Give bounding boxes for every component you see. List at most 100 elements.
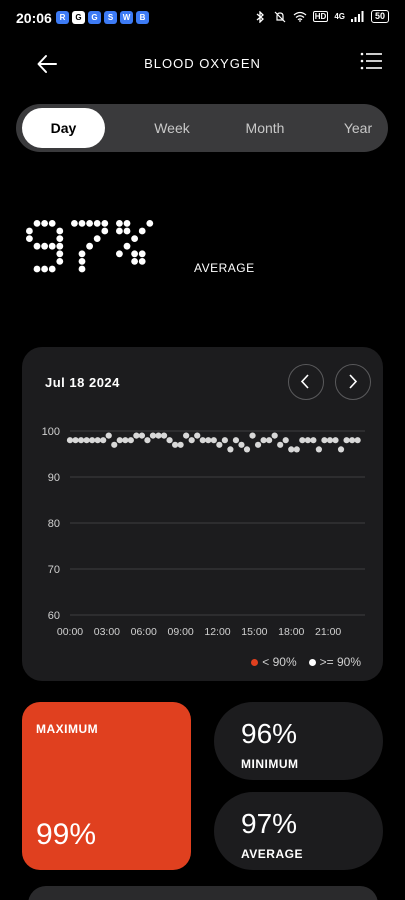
maximum-card: MAXIMUM 99% xyxy=(22,702,191,870)
average-summary: AVERAGE xyxy=(24,216,384,276)
app-notification-icon: S xyxy=(104,11,117,24)
notification-icons: R G G S W B xyxy=(56,11,149,24)
data-point xyxy=(160,432,168,439)
hero-digit-dot xyxy=(101,227,109,235)
average-value: 97% xyxy=(241,808,298,839)
data-point xyxy=(100,437,107,444)
hero-digit-dot xyxy=(33,242,41,250)
data-point xyxy=(315,446,323,453)
data-point xyxy=(83,437,90,444)
maximum-value: 99% xyxy=(36,818,97,851)
app-notification-icon: B xyxy=(136,11,149,24)
data-point xyxy=(183,432,190,439)
hero-digit-dot xyxy=(41,220,48,227)
data-point xyxy=(133,432,140,439)
app-notification-icon: G xyxy=(88,11,101,24)
legend-label: >= 90% xyxy=(319,655,361,669)
legend-dot-white xyxy=(308,658,316,666)
hero-digit-dot xyxy=(41,265,48,273)
tab-month[interactable]: Month xyxy=(221,108,309,148)
bluetooth-icon xyxy=(253,10,267,23)
minimum-value: 96% xyxy=(241,718,298,749)
list-menu-icon xyxy=(360,52,382,70)
mute-icon xyxy=(273,11,287,23)
x-tick-label: 12:00 xyxy=(204,626,230,638)
tab-day[interactable]: Day xyxy=(22,108,105,148)
hero-digit-dot xyxy=(131,235,138,242)
hero-digit-dot xyxy=(86,242,93,250)
hero-digit-dot xyxy=(131,258,138,265)
data-point xyxy=(144,437,151,444)
hero-digit-dot xyxy=(33,265,41,273)
data-point xyxy=(343,437,350,444)
legend-label: < 90% xyxy=(262,655,297,669)
hero-digit-dot xyxy=(48,265,56,273)
data-point xyxy=(277,441,284,448)
data-point xyxy=(321,437,328,444)
data-point xyxy=(232,437,240,444)
hero-digit-dot xyxy=(78,220,86,227)
hero-digit-dot xyxy=(56,227,64,235)
hero-digit-dot xyxy=(138,227,146,235)
app-notification-icon: G xyxy=(72,11,85,24)
period-tabs: Day Week Month Year xyxy=(16,104,388,152)
hero-digit-dot xyxy=(78,265,86,273)
network-label: 4G xyxy=(334,12,345,21)
average-card: 97% AVERAGE xyxy=(214,792,383,870)
spo2-scatter-chart: 100 90 80 70 60 00:00 03:00 06:00 09:00 12:00 15:0… xyxy=(42,426,365,638)
data-point xyxy=(171,441,179,448)
data-point xyxy=(282,437,289,444)
data-point xyxy=(111,441,118,448)
hero-digit-dot xyxy=(116,250,123,258)
data-point xyxy=(354,437,361,444)
data-point xyxy=(177,441,184,448)
hero-digit-dot xyxy=(116,220,123,227)
y-tick-label: 80 xyxy=(48,518,60,530)
data-point xyxy=(127,437,134,444)
hero-digit-dot xyxy=(48,220,56,227)
average-label: AVERAGE xyxy=(194,261,255,275)
data-point xyxy=(254,441,262,448)
minimum-label: MINIMUM xyxy=(241,757,299,771)
x-tick-label: 18:00 xyxy=(278,626,304,638)
hero-digit-dot xyxy=(56,258,64,265)
hero-digit-dot xyxy=(33,220,41,227)
legend-item-above-90: >= 90% xyxy=(308,655,361,669)
data-point xyxy=(216,441,223,448)
hero-digit-dot xyxy=(71,220,78,227)
hero-digit-dot xyxy=(41,242,48,250)
tab-year[interactable]: Year xyxy=(316,108,400,148)
hd-badge: HD xyxy=(312,11,329,22)
data-point xyxy=(66,437,74,444)
data-point xyxy=(266,437,273,444)
legend-item-below-90: < 90% xyxy=(251,655,297,669)
app-notification-icon: R xyxy=(56,11,69,24)
hero-digit-dot xyxy=(146,220,154,227)
x-tick-label: 06:00 xyxy=(131,626,157,638)
hero-digit-dot xyxy=(116,227,123,235)
average-value-dot-matrix xyxy=(26,220,154,273)
app-notification-icon: W xyxy=(120,11,133,24)
hero-digit-dot xyxy=(56,250,64,258)
hero-digit-dot xyxy=(48,242,56,250)
data-point xyxy=(310,437,317,444)
app-header: BLOOD OXYGEN xyxy=(0,44,405,84)
data-point xyxy=(260,437,267,444)
hero-digit-dot xyxy=(123,220,131,227)
x-tick-label: 15:00 xyxy=(241,626,267,638)
tab-week[interactable]: Week xyxy=(128,108,216,148)
x-tick-label: 03:00 xyxy=(94,626,120,638)
y-tick-label: 100 xyxy=(42,426,60,438)
status-bar: 20:06 R G G S W B HD 4G 50 xyxy=(0,0,405,36)
data-point xyxy=(94,437,101,444)
next-section-card xyxy=(28,886,378,900)
hero-digit-dot xyxy=(123,227,131,235)
data-point xyxy=(304,437,311,444)
hero-digit-dot xyxy=(93,235,101,242)
data-point xyxy=(149,432,157,439)
hero-digit-dot xyxy=(138,258,146,265)
data-point xyxy=(271,432,278,439)
data-point xyxy=(89,437,96,444)
data-point xyxy=(221,437,228,444)
menu-button[interactable] xyxy=(359,50,385,72)
